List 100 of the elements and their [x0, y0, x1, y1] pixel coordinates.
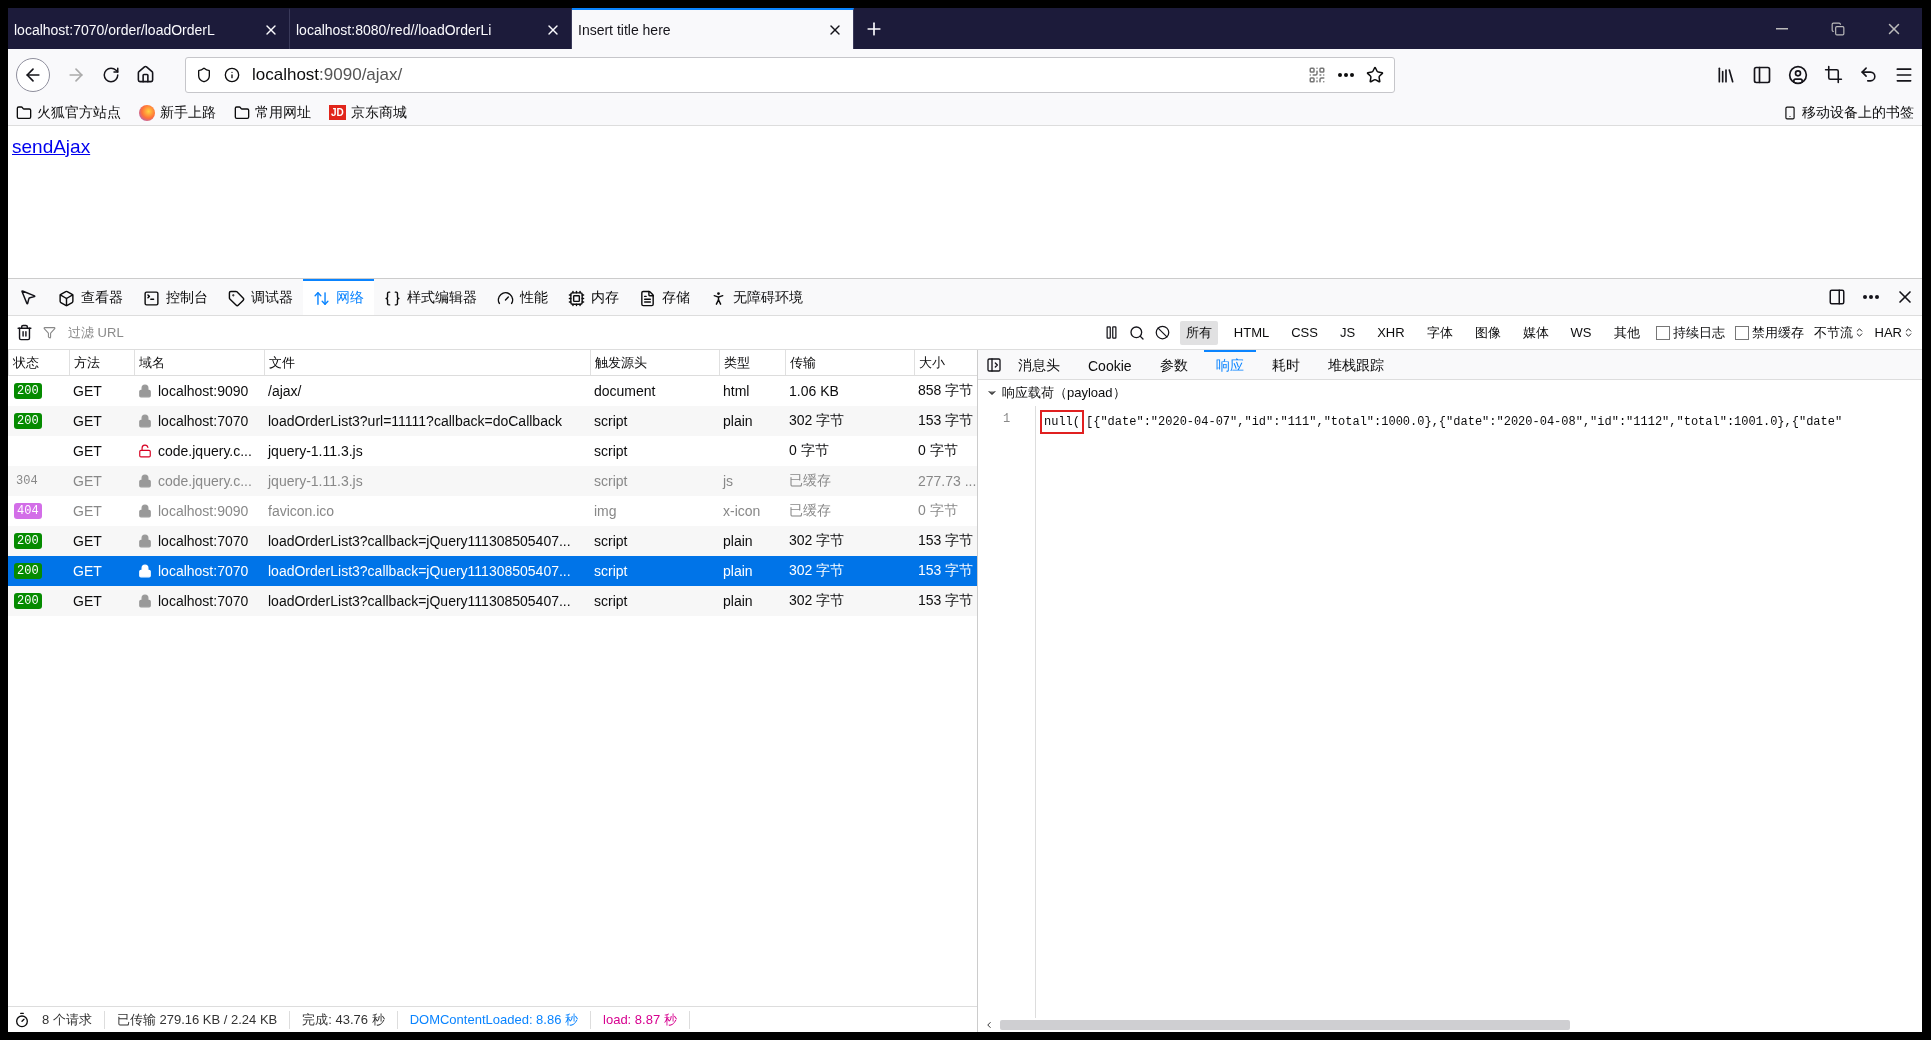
table-cell-text: 858 字节 [917, 382, 975, 400]
search-button[interactable] [1128, 324, 1145, 341]
table-cell-text: 已缓存 [788, 502, 832, 520]
table-cell-text: loadOrderList3?callback=jQuery111308505407... [267, 593, 572, 609]
filter-field[interactable]: 过滤 URL [66, 324, 826, 341]
bookmark[interactable]: 新手上路 [160, 103, 216, 122]
devtools-tab[interactable]: 内存 [558, 279, 629, 315]
table-cell-text: GET [72, 563, 103, 579]
status-text: 已传输 279.16 KB / 2.24 KB [104, 1010, 291, 1029]
more-icon [1863, 295, 1879, 299]
type-filter[interactable]: JS [1333, 322, 1362, 343]
type-filter[interactable]: WS [1564, 322, 1598, 343]
table-cell-text: 153 字节 [917, 562, 975, 580]
devtools-tab[interactable]: 查看器 [48, 279, 133, 315]
table-cell-text: script [593, 593, 629, 609]
table-cell-text: 0 字节 [917, 442, 959, 460]
undo-button[interactable] [1859, 65, 1878, 84]
type-filter[interactable]: HTML [1227, 322, 1276, 343]
har-dropdown[interactable]: HAR [1874, 325, 1914, 340]
table-cell-text: x-icon [722, 503, 762, 519]
request-row[interactable]: 200 GET localhost:7070 loadOrderList3?callback=jQuery111308505407... script plain 302 字节 153 字节 [8, 526, 977, 556]
table-cell-text: 153 字节 [917, 532, 975, 550]
column-header[interactable]: 状态 [8, 350, 69, 375]
undo-icon [1859, 65, 1878, 84]
table-cell-text: plain [722, 413, 754, 429]
info-icon [224, 66, 240, 83]
type-filter[interactable]: 所有 [1179, 320, 1218, 345]
qr-code-icon [1308, 65, 1326, 84]
home-icon [136, 65, 155, 84]
tool-icon [384, 289, 401, 307]
request-row[interactable]: 200 GET localhost:7070 loadOrderList3?url=11111?callback=doCallback script plain 302 字节 153 字节 [8, 406, 977, 436]
devtools-tab[interactable]: 存储 [629, 279, 700, 315]
table-cell: localhost:9090 [158, 503, 249, 519]
status-badge: 200 [14, 383, 42, 399]
folder-icon [234, 104, 250, 121]
pause-button[interactable] [1103, 325, 1119, 340]
type-filter[interactable]: 字体 [1420, 320, 1459, 345]
column-header[interactable]: 类型 [719, 350, 785, 375]
back-button[interactable] [16, 57, 50, 92]
table-cell-text: 1.06 KB [788, 383, 840, 399]
type-filter[interactable]: CSS [1285, 322, 1324, 343]
type-filter[interactable]: 图像 [1468, 320, 1507, 345]
devtools-tab[interactable]: 网络 [303, 279, 374, 315]
request-row[interactable]: 200 GET localhost:7070 loadOrderList3?callback=jQuery111308505407... script plain 302 字节 153 字节 [8, 586, 977, 616]
checkbox[interactable] [1734, 325, 1749, 340]
details-tab[interactable]: 堆栈跟踪 [1315, 350, 1396, 379]
tool-icon [58, 289, 75, 307]
details-tab[interactable]: 耗时 [1259, 350, 1312, 379]
browser-tab[interactable]: Insert title here [572, 8, 854, 49]
home-button[interactable] [136, 65, 155, 84]
table-cell-text: plain [722, 563, 754, 579]
shield-icon [196, 66, 212, 83]
table-cell-text: GET [72, 473, 103, 489]
column-header[interactable]: 大小 [914, 350, 977, 375]
status-text: DOMContentLoaded: 8.86 秒 [397, 1010, 592, 1029]
details-tab[interactable]: 消息头 [1006, 350, 1072, 379]
crop-button[interactable] [1824, 65, 1843, 84]
type-filter[interactable]: XHR [1371, 322, 1411, 343]
table-cell-text: 0 字节 [788, 442, 830, 460]
devtools-tab[interactable]: 样式编辑器 [374, 279, 487, 315]
status-badge: 200 [14, 533, 42, 549]
reload-button[interactable] [102, 65, 120, 84]
block-button[interactable] [1154, 325, 1170, 340]
details-tab[interactable]: Cookie [1076, 350, 1144, 379]
bookmark[interactable]: 常用网址 [255, 103, 311, 122]
tool-icon [143, 289, 160, 307]
panel-icon [986, 356, 1002, 373]
throttle-dropdown[interactable]: 不节流 [1813, 323, 1865, 342]
type-filter[interactable]: 其他 [1607, 320, 1646, 345]
devtools-tab[interactable]: 调试器 [218, 279, 303, 315]
table-cell-text: loadOrderList3?callback=jQuery111308505407... [267, 563, 572, 579]
tool-icon [313, 289, 330, 307]
checkbox[interactable] [1655, 325, 1670, 340]
type-filter[interactable]: 媒体 [1516, 320, 1555, 345]
dock-icon [1828, 288, 1846, 306]
folder-icon [16, 104, 32, 121]
clear-button[interactable] [16, 324, 33, 341]
account-button[interactable] [1788, 64, 1808, 85]
request-row[interactable]: 200 GET localhost:7070 loadOrderList3?callback=jQuery111308505407... script plain 302 字节 153 字节 [8, 556, 977, 586]
details-tab[interactable]: 响应 [1203, 350, 1256, 379]
details-tab[interactable]: 参数 [1147, 350, 1200, 379]
scrollbar-thumb[interactable] [1000, 1020, 1570, 1030]
table-cell: code.jquery.c... [158, 473, 252, 489]
devtools-tab[interactable]: 性能 [487, 279, 558, 315]
devtools-tab[interactable]: 控制台 [133, 279, 218, 315]
column-header[interactable]: 方法 [69, 350, 134, 375]
bookmark[interactable]: 移动设备上的书签 [1802, 103, 1914, 122]
phone-icon [1783, 105, 1797, 120]
table-cell-text: plain [722, 593, 754, 609]
column-header[interactable]: 文件 [264, 350, 590, 375]
column-header[interactable]: 域名 [134, 350, 264, 375]
column-header[interactable]: 传输 [785, 350, 914, 375]
request-row[interactable]: 304 GET code.jquery.c... jquery-1.11.3.js script js 已缓存 277.73 ... [8, 466, 977, 496]
column-header[interactable]: 触发源头 [590, 350, 719, 375]
send-ajax-link[interactable]: sendAjax [12, 136, 91, 157]
sidebar-button[interactable] [1752, 64, 1772, 85]
devtools-tab[interactable]: 无障碍环境 [700, 279, 813, 315]
bookmark[interactable]: 京东商城 [350, 103, 407, 122]
bookmark[interactable]: 火狐官方站点 [37, 103, 121, 122]
table-cell-text: 302 字节 [788, 592, 846, 610]
